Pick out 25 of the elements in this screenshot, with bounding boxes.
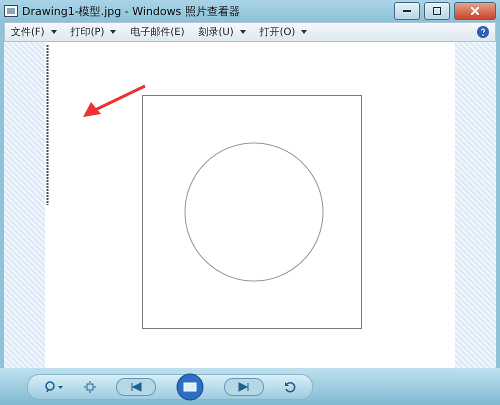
minimize-button[interactable] [394, 2, 420, 20]
menu-item[interactable]: 电子邮件(E) [130, 25, 185, 39]
help-icon[interactable] [477, 26, 489, 38]
actual-size-button[interactable] [84, 380, 96, 392]
rotate-icon[interactable] [284, 380, 296, 392]
arrow-icon [81, 84, 147, 120]
window-title: Drawing1-模型.jpg - Windows 照片查看器 [22, 4, 241, 18]
caret-icon [50, 30, 57, 34]
menu-item[interactable]: 刻录(U) [198, 25, 246, 39]
menu-item[interactable]: 文件(F) [11, 25, 57, 39]
minimize-icon [403, 10, 411, 12]
zoom-button[interactable] [44, 380, 64, 392]
caret-icon [301, 30, 308, 34]
menu-item[interactable]: 打开(O) [260, 25, 308, 39]
next-button[interactable] [224, 378, 264, 396]
maximize-icon [433, 7, 441, 15]
previous-button[interactable] [116, 378, 156, 396]
slideshow-button[interactable] [176, 372, 204, 400]
maximize-button[interactable] [424, 2, 450, 20]
caret-icon [110, 30, 116, 34]
caret-icon [240, 30, 246, 34]
menu-item[interactable]: 打印(P) [70, 25, 116, 39]
close-button[interactable] [454, 2, 496, 20]
window-icon [4, 5, 18, 17]
close-icon [471, 7, 479, 15]
